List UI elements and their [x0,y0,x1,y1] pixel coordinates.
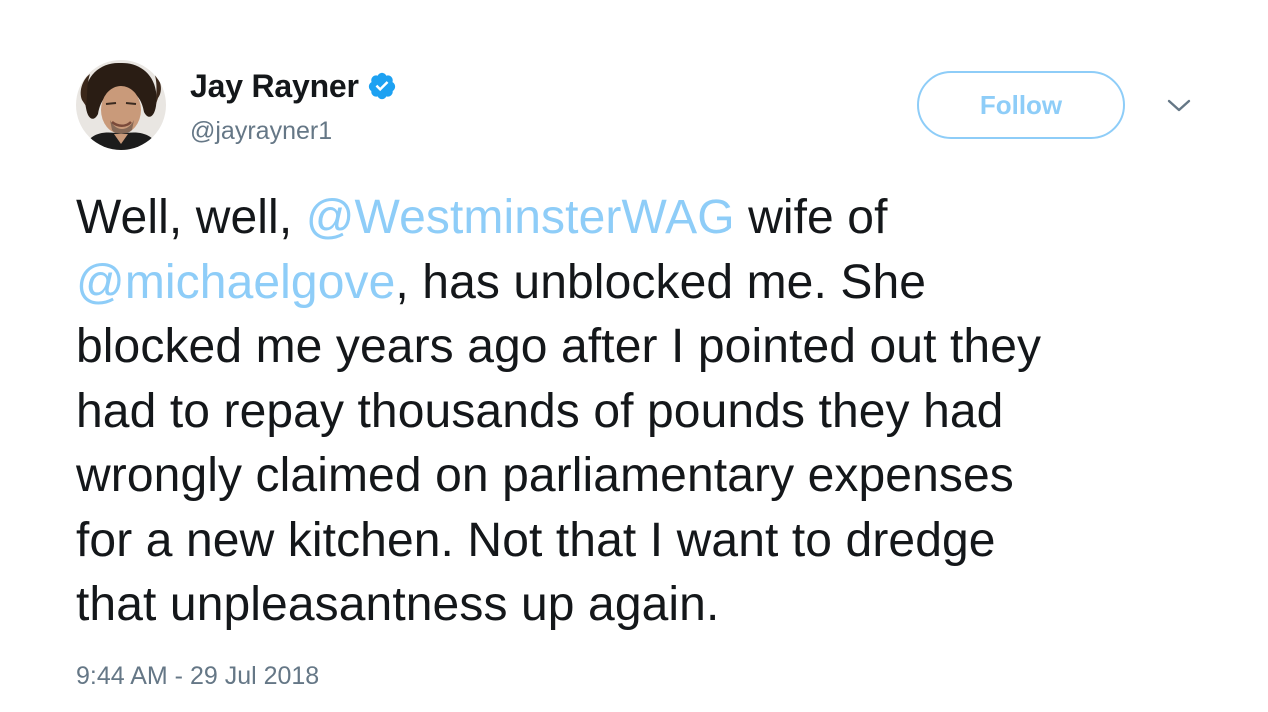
author-name-row: Jay Rayner [190,64,397,108]
tweet-text-line: that unpleasantness up again. [76,578,720,631]
tweet-card: Jay Rayner @jayrayner1 Follow Well, well… [0,0,1268,712]
verified-badge-icon [367,71,397,101]
text-segment: , has unblocked me. She [395,255,927,309]
timestamp[interactable]: 9:44 AM - 29 Jul 2018 [76,662,319,691]
tweet-text: Well, well, @WestminsterWAG wife of @mic… [76,186,1226,638]
handle[interactable]: @jayrayner1 [190,117,332,146]
mention-link-westminsterwag[interactable]: @WestminsterWAG [306,191,735,244]
tweet-text-line: wrongly claimed on parliamentary expense… [76,449,1014,502]
follow-button[interactable]: Follow [917,71,1125,139]
tweet-text-line: @michaelgove, has unblocked me. She [76,251,1226,316]
avatar-image [76,60,166,150]
tweet-text-line: blocked me years ago after I pointed out… [76,320,1042,373]
mention-link-michaelgove[interactable]: @michaelgove [76,256,395,309]
tweet-text-line: Well, well, @WestminsterWAG wife of [76,186,1226,251]
chevron-down-icon[interactable] [1166,96,1192,116]
display-name[interactable]: Jay Rayner [190,68,359,105]
avatar[interactable] [76,60,166,150]
text-segment: wife of [734,191,888,244]
tweet-text-line: for a new kitchen. Not that I want to dr… [76,513,996,567]
tweet-text-line: had to repay thousands of pounds they ha… [76,384,1004,438]
text-segment: Well, well, [76,191,306,244]
